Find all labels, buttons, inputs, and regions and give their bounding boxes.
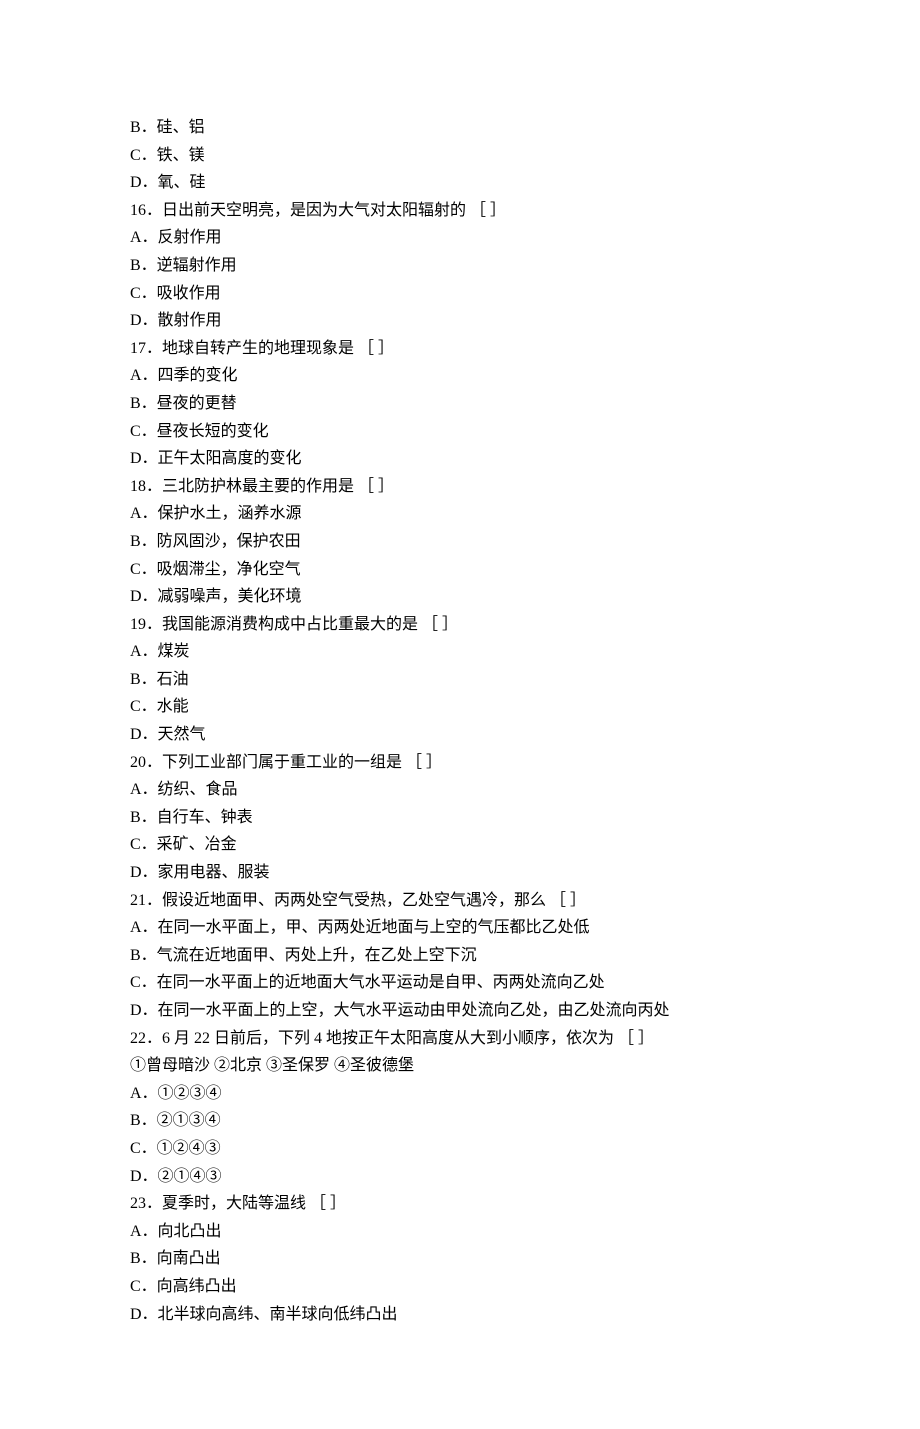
text-line: B．石油	[130, 667, 790, 693]
text-line: 19．我国能源消费构成中占比重最大的是 ［ ］	[130, 612, 790, 638]
text-line: 20．下列工业部门属于重工业的一组是 ［ ］	[130, 750, 790, 776]
text-line: 17．地球自转产生的地理现象是 ［ ］	[130, 336, 790, 362]
text-line: B．气流在近地面甲、丙处上升，在乙处上空下沉	[130, 943, 790, 969]
text-line: 16．日出前天空明亮，是因为大气对太阳辐射的 ［ ］	[130, 198, 790, 224]
text-line: C．向高纬凸出	[130, 1274, 790, 1300]
text-line: D．②①④③	[130, 1164, 790, 1190]
text-line: 18．三北防护林最主要的作用是 ［ ］	[130, 474, 790, 500]
text-line: B．硅、铝	[130, 115, 790, 141]
text-line: B．防风固沙，保护农田	[130, 529, 790, 555]
text-line: C．铁、镁	[130, 143, 790, 169]
text-line: D．正午太阳高度的变化	[130, 446, 790, 472]
text-line: 21．假设近地面甲、丙两处空气受热，乙处空气遇冷，那么 ［ ］	[130, 888, 790, 914]
text-line: D．家用电器、服装	[130, 860, 790, 886]
text-line: C．吸烟滞尘，净化空气	[130, 557, 790, 583]
text-line: D．天然气	[130, 722, 790, 748]
text-line: C．吸收作用	[130, 281, 790, 307]
text-line: B．自行车、钟表	[130, 805, 790, 831]
text-line: D．北半球向高纬、南半球向低纬凸出	[130, 1302, 790, 1328]
text-line: D．氧、硅	[130, 170, 790, 196]
text-line: B．逆辐射作用	[130, 253, 790, 279]
text-line: B．②①③④	[130, 1108, 790, 1134]
text-line: D．散射作用	[130, 308, 790, 334]
text-line: 23．夏季时，大陆等温线 ［ ］	[130, 1191, 790, 1217]
text-line: 22．6 月 22 日前后，下列 4 地按正午太阳高度从大到小顺序，依次为 ［ …	[130, 1026, 790, 1052]
text-line: A．在同一水平面上，甲、丙两处近地面与上空的气压都比乙处低	[130, 915, 790, 941]
text-line: ①曾母暗沙 ②北京 ③圣保罗 ④圣彼德堡	[130, 1053, 790, 1079]
text-line: A．反射作用	[130, 225, 790, 251]
text-line: D．在同一水平面上的上空，大气水平运动由甲处流向乙处，由乙处流向丙处	[130, 998, 790, 1024]
text-line: C．水能	[130, 694, 790, 720]
text-line: B．昼夜的更替	[130, 391, 790, 417]
text-line: A．保护水土，涵养水源	[130, 501, 790, 527]
text-line: C．①②④③	[130, 1136, 790, 1162]
text-line: A．纺织、食品	[130, 777, 790, 803]
text-line: A．向北凸出	[130, 1219, 790, 1245]
text-line: D．减弱噪声，美化环境	[130, 584, 790, 610]
text-line: A．①②③④	[130, 1081, 790, 1107]
text-line: A．煤炭	[130, 639, 790, 665]
text-line: C．在同一水平面上的近地面大气水平运动是自甲、丙两处流向乙处	[130, 970, 790, 996]
text-line: C．昼夜长短的变化	[130, 419, 790, 445]
text-line: A．四季的变化	[130, 363, 790, 389]
text-line: B．向南凸出	[130, 1246, 790, 1272]
text-line: C．采矿、冶金	[130, 832, 790, 858]
